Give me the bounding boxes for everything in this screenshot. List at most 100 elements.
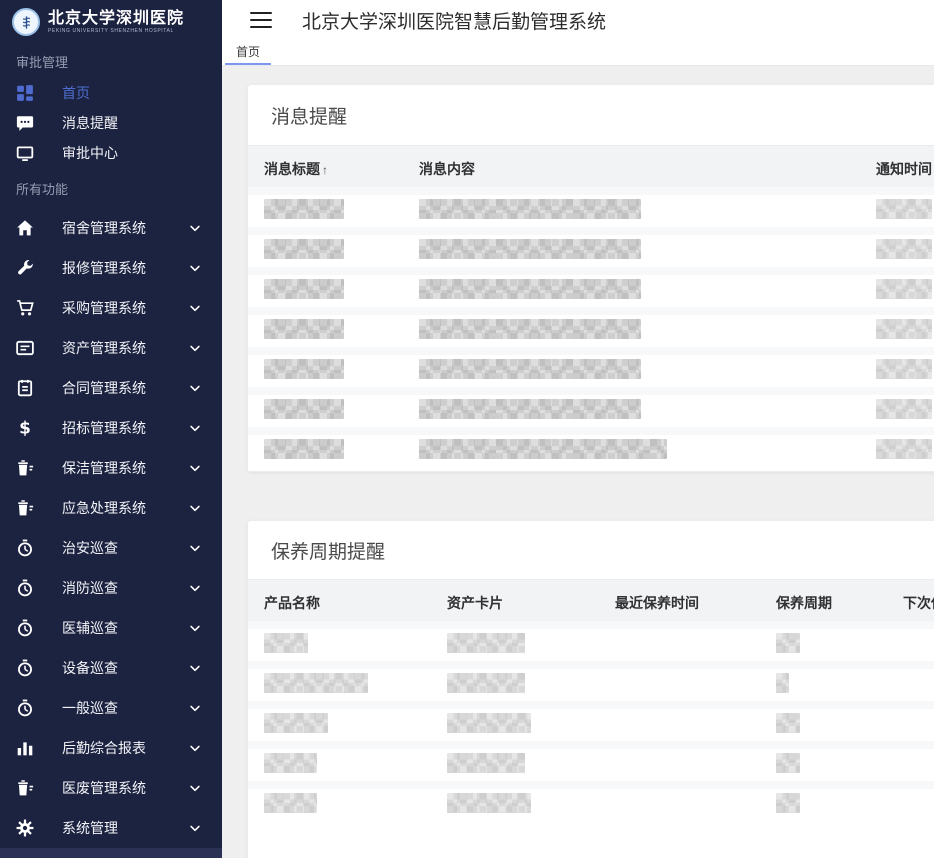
- chevron-down-icon: [188, 701, 202, 715]
- sidebar-item-1-9[interactable]: 消防巡查: [0, 568, 222, 608]
- column-header[interactable]: 通知时间: [876, 159, 934, 179]
- sidebar-item-label: 消息提醒: [62, 113, 118, 133]
- stopwatch-icon: [16, 579, 34, 597]
- column-header[interactable]: 产品名称: [264, 593, 447, 613]
- redacted-text: [447, 753, 525, 773]
- sidebar-item-label: 系统管理: [62, 818, 118, 838]
- redacted-text: [876, 439, 932, 459]
- sidebar-item-1-2[interactable]: 采购管理系统: [0, 288, 222, 328]
- sidebar-item-1-5[interactable]: $招标管理系统: [0, 408, 222, 448]
- sidebar-item-0-0[interactable]: 首页: [0, 78, 222, 108]
- chat-icon: [16, 114, 34, 132]
- column-header[interactable]: 消息标题↑: [264, 159, 419, 179]
- sidebar-item-label: 后勤综合报表: [62, 738, 146, 758]
- redacted-text: [264, 359, 344, 379]
- redacted-text: [264, 199, 344, 219]
- stopwatch-icon: [16, 539, 34, 557]
- sidebar-section-label: 所有功能: [0, 168, 222, 208]
- redacted-text: [776, 753, 800, 773]
- table-row[interactable]: [248, 231, 934, 271]
- tab-bar: 首页: [222, 40, 934, 66]
- dashboard-icon: [16, 84, 34, 102]
- messages-table-header: 消息标题↑消息内容通知时间: [248, 146, 934, 191]
- redacted-text: [264, 713, 328, 733]
- table-row[interactable]: [248, 391, 934, 431]
- hospital-emblem-icon: [12, 8, 40, 36]
- sidebar-item-1-7[interactable]: 应急处理系统: [0, 488, 222, 528]
- sidebar-item-label: 设备巡查: [62, 658, 118, 678]
- table-row[interactable]: [248, 625, 934, 665]
- sidebar-item-label: 消防巡查: [62, 578, 118, 598]
- sidebar-item-label: 医废管理系统: [62, 778, 146, 798]
- table-row[interactable]: [248, 431, 934, 471]
- redacted-text: [876, 319, 932, 339]
- redacted-text: [264, 793, 317, 813]
- column-header[interactable]: 保养周期: [776, 593, 903, 613]
- redacted-text: [447, 793, 531, 813]
- redacted-text: [876, 239, 932, 259]
- redacted-text: [264, 399, 344, 419]
- chevron-down-icon: [188, 781, 202, 795]
- column-header[interactable]: 最近保养时间: [615, 593, 776, 613]
- redacted-text: [419, 399, 641, 419]
- sidebar-item-label: 医辅巡查: [62, 618, 118, 638]
- chevron-down-icon: [188, 381, 202, 395]
- sidebar-item-label: 审批中心: [62, 143, 118, 163]
- redacted-text: [876, 399, 932, 419]
- redacted-text: [776, 633, 800, 653]
- sidebar-item-1-0[interactable]: 宿舍管理系统: [0, 208, 222, 248]
- hamburger-icon[interactable]: [250, 12, 272, 28]
- table-row[interactable]: [248, 311, 934, 351]
- sidebar-item-0-2[interactable]: 审批中心: [0, 138, 222, 168]
- table-row[interactable]: [248, 745, 934, 785]
- chevron-down-icon: [188, 541, 202, 555]
- redacted-text: [776, 793, 800, 813]
- maintenance-table-body: [248, 625, 934, 825]
- trash-lines-icon: [16, 459, 34, 477]
- sidebar-item-1-10[interactable]: 医辅巡查: [0, 608, 222, 648]
- redacted-text: [419, 359, 641, 379]
- tab-home[interactable]: 首页: [225, 40, 271, 65]
- table-row[interactable]: [248, 191, 934, 231]
- sidebar-item-1-12[interactable]: 一般巡查: [0, 688, 222, 728]
- sidebar-item-label: 报修管理系统: [62, 258, 146, 278]
- chevron-down-icon: [188, 581, 202, 595]
- table-row[interactable]: [248, 271, 934, 311]
- sidebar-item-label: 合同管理系统: [62, 378, 146, 398]
- table-row[interactable]: [248, 665, 934, 705]
- page-title: 北京大学深圳医院智慧后勤管理系统: [302, 7, 606, 34]
- column-header[interactable]: 下次保养时间: [903, 593, 934, 613]
- column-header[interactable]: 资产卡片: [447, 593, 615, 613]
- contract-icon: [16, 379, 34, 397]
- redacted-text: [876, 359, 932, 379]
- sidebar-item-1-14[interactable]: 医废管理系统: [0, 768, 222, 808]
- column-header[interactable]: 消息内容: [419, 159, 876, 179]
- chevron-down-icon: [188, 501, 202, 515]
- redacted-text: [419, 199, 641, 219]
- sidebar-item-label: 招标管理系统: [62, 418, 146, 438]
- maintenance-table-header: 产品名称资产卡片最近保养时间保养周期下次保养时间: [248, 580, 934, 625]
- sidebar-item-1-1[interactable]: 报修管理系统: [0, 248, 222, 288]
- sidebar-item-1-15[interactable]: 系统管理: [0, 808, 222, 848]
- sidebar-item-1-6[interactable]: 保洁管理系统: [0, 448, 222, 488]
- sidebar-item-1-8[interactable]: 治安巡查: [0, 528, 222, 568]
- sidebar-item-0-1[interactable]: 消息提醒: [0, 108, 222, 138]
- table-row[interactable]: [248, 705, 934, 745]
- sidebar-item-1-13[interactable]: 后勤综合报表: [0, 728, 222, 768]
- table-row[interactable]: [248, 785, 934, 825]
- redacted-text: [776, 713, 800, 733]
- topbar: 北京大学深圳医院智慧后勤管理系统: [222, 0, 934, 40]
- sort-ascending-icon: ↑: [322, 163, 328, 177]
- sidebar-item-label: 宿舍管理系统: [62, 218, 146, 238]
- chevron-down-icon: [188, 221, 202, 235]
- maintenance-card-title: 保养周期提醒: [271, 537, 385, 564]
- sidebar-item-1-3[interactable]: 资产管理系统: [0, 328, 222, 368]
- messages-card-title: 消息提醒: [271, 102, 347, 129]
- sidebar-item-1-4[interactable]: 合同管理系统: [0, 368, 222, 408]
- chevron-down-icon: [188, 341, 202, 355]
- sidebar-item-1-11[interactable]: 设备巡查: [0, 648, 222, 688]
- gear-icon: [16, 819, 34, 837]
- table-row[interactable]: [248, 351, 934, 391]
- chevron-down-icon: [188, 621, 202, 635]
- sidebar-item-label: 一般巡查: [62, 698, 118, 718]
